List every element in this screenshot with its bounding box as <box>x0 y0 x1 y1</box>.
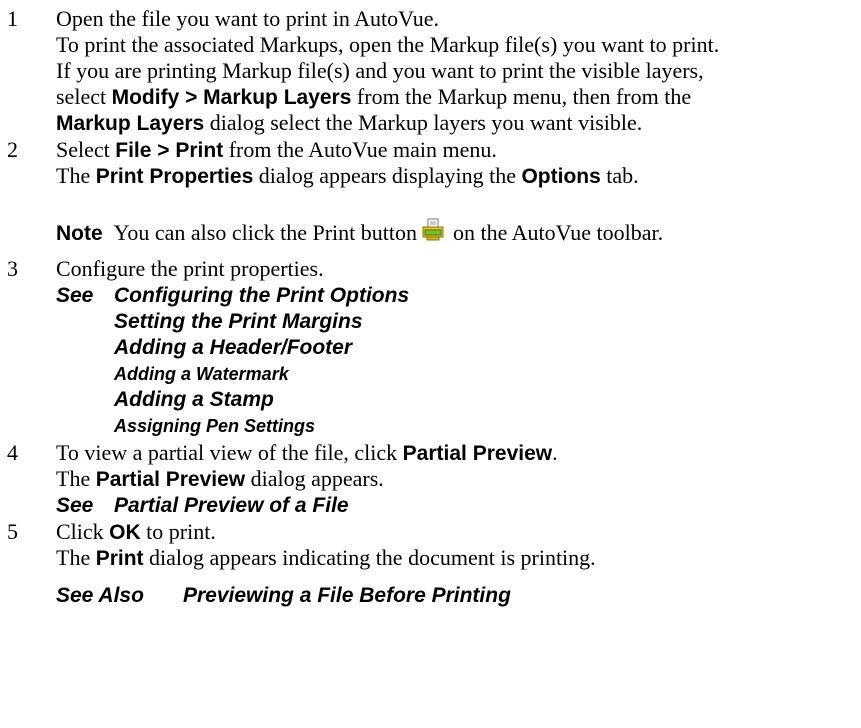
step-text: select Modify > Markup Layers from the M… <box>56 84 856 110</box>
text-run: . <box>552 440 558 465</box>
step-text: Markup Layers dialog select the Markup l… <box>56 110 856 136</box>
step-number: 4 <box>7 440 18 465</box>
cross-ref-link[interactable]: Assigning Pen Settings <box>114 416 315 436</box>
see-label: See <box>56 494 94 517</box>
text-run: Click <box>56 519 110 544</box>
cross-ref-link[interactable]: Adding a Header/Footer <box>114 336 352 359</box>
text-run: The <box>56 545 96 570</box>
see-line: Adding a Watermark <box>56 360 856 386</box>
print-icon <box>421 217 445 249</box>
step-text: The Print dialog appears indicating the … <box>56 545 856 571</box>
text-run: from the AutoVue main menu. <box>223 137 497 162</box>
step-body: Click OK to print. The Print dialog appe… <box>56 519 856 571</box>
see-line: See Partial Preview of a File <box>56 492 856 518</box>
menu-path: File > Print <box>115 139 224 162</box>
step-number: 2 <box>7 137 18 162</box>
step-number: 3 <box>7 256 18 281</box>
text-run: from the Markup menu, then from the <box>351 84 692 109</box>
dialog-name: Markup Layers <box>56 112 205 135</box>
see-line: Adding a Header/Footer <box>56 334 856 360</box>
cross-ref-link[interactable]: Adding a Watermark <box>114 364 289 384</box>
see-also-label: See Also <box>56 584 144 607</box>
see-line: Adding a Stamp <box>56 386 856 412</box>
note-label: Note <box>56 222 103 245</box>
step-text: Configure the print properties. <box>56 256 324 281</box>
dialog-name: Partial Preview <box>95 468 246 491</box>
step-number: 1 <box>7 6 18 31</box>
see-line: Setting the Print Margins <box>56 308 856 334</box>
text-run: The <box>56 466 96 491</box>
step-text: The Partial Preview dialog appears. <box>56 466 856 492</box>
menu-path: Modify > Markup Layers <box>111 86 352 109</box>
text-run: dialog appears indicating the document i… <box>143 545 596 570</box>
see-also-body: See Also Previewing a File Before Printin… <box>56 582 856 608</box>
step-text: Select File > Print from the AutoVue mai… <box>56 137 856 163</box>
document-page: 1 Open the file you want to print in Aut… <box>0 0 861 728</box>
text-run: on the AutoVue toolbar. <box>452 220 664 245</box>
tab-name: Options <box>521 165 601 188</box>
dialog-name: Print <box>95 547 144 570</box>
text-run: dialog appears displaying the <box>253 163 522 188</box>
text-run: to print. <box>140 519 216 544</box>
button-name: OK <box>109 521 141 544</box>
see-line: See Configuring the Print Options <box>56 282 856 308</box>
step-number: 5 <box>7 519 18 544</box>
step-body: Open the file you want to print in AutoV… <box>56 6 856 136</box>
text-run: select <box>56 84 112 109</box>
text-run: Select <box>56 137 116 162</box>
cross-ref-link[interactable]: Previewing a File Before Printing <box>183 584 511 607</box>
cross-ref-link[interactable]: Setting the Print Margins <box>114 310 363 333</box>
step-body: Configure the print properties. See Confi… <box>56 256 856 438</box>
step-text: To view a partial view of the file, clic… <box>56 440 856 466</box>
step-text: Click OK to print. <box>56 519 856 545</box>
note-text: Note You can also click the Print button… <box>56 218 856 248</box>
step-body: Select File > Print from the AutoVue mai… <box>56 137 856 189</box>
button-name: Partial Preview <box>402 442 553 465</box>
text-run: dialog select the Markup layers you want… <box>204 110 643 135</box>
text-run: To view a partial view of the file, clic… <box>56 440 403 465</box>
cross-ref-link[interactable]: Configuring the Print Options <box>114 284 409 307</box>
see-also-line: See Also Previewing a File Before Printin… <box>56 582 856 608</box>
step-text: The Print Properties dialog appears disp… <box>56 163 856 189</box>
step-body: To view a partial view of the file, clic… <box>56 440 856 518</box>
text-run: You can also click the Print button <box>113 220 417 245</box>
note-body: Note You can also click the Print button… <box>56 218 856 248</box>
text-run: dialog appears. <box>245 466 384 491</box>
see-line: Assigning Pen Settings <box>56 412 856 438</box>
step-text: If you are printing Markup file(s) and y… <box>56 58 704 83</box>
text-run: The <box>56 163 96 188</box>
step-text: Open the file you want to print in AutoV… <box>56 6 440 31</box>
step-text: To print the associated Markups, open th… <box>56 32 720 57</box>
see-label: See <box>56 284 94 307</box>
text-run: tab. <box>600 163 639 188</box>
cross-ref-link[interactable]: Partial Preview of a File <box>114 494 349 517</box>
dialog-name: Print Properties <box>95 165 254 188</box>
cross-ref-link[interactable]: Adding a Stamp <box>114 388 274 411</box>
